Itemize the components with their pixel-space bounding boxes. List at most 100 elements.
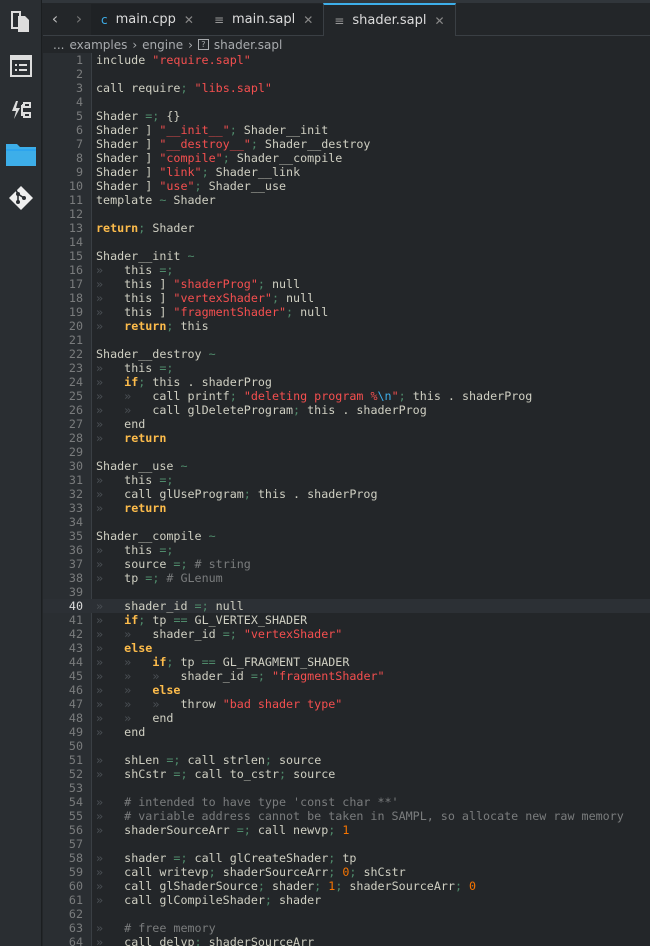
code-line[interactable]: 50 xyxy=(43,739,650,753)
close-icon[interactable]: ✕ xyxy=(434,14,444,28)
back-button[interactable]: ‹ xyxy=(43,2,67,35)
code-line[interactable]: 54 » # intended to have type 'const char … xyxy=(43,795,650,809)
code-line[interactable]: 5 Shader =; {} xyxy=(43,109,650,123)
code-line[interactable]: 18 » this ] "vertexShader"; null xyxy=(43,291,650,305)
code-line[interactable]: 33 » return xyxy=(43,501,650,515)
close-icon[interactable]: ✕ xyxy=(184,13,194,27)
code-line[interactable]: 11 template ~ Shader xyxy=(43,193,650,207)
code-line[interactable]: 21 xyxy=(43,333,650,347)
code-text: » if; this . shaderProg xyxy=(96,375,272,389)
code-line[interactable]: 55 » # variable address cannot be taken i… xyxy=(43,809,650,823)
code-line[interactable]: 39 xyxy=(43,585,650,599)
code-line[interactable]: 27 » end xyxy=(43,417,650,431)
code-text: » shader_id =; null xyxy=(96,599,244,613)
code-text: Shader__use ~ xyxy=(96,459,188,473)
line-number: 45 xyxy=(68,669,83,683)
code-line[interactable]: 9 Shader ] "link"; Shader__link xyxy=(43,165,650,179)
code-line[interactable]: 24 » if; this . shaderProg xyxy=(43,375,650,389)
code-line[interactable]: 3 call require; "libs.sapl" xyxy=(43,81,650,95)
line-number: 34 xyxy=(68,515,83,529)
code-line[interactable]: 29 xyxy=(43,445,650,459)
code-line[interactable]: 7 Shader ] "__destroy__"; Shader__destroy xyxy=(43,137,650,151)
code-text: Shader ] "compile"; Shader__compile xyxy=(96,151,343,165)
file-explorer-button[interactable] xyxy=(0,132,42,176)
code-line[interactable]: 57 xyxy=(43,837,650,851)
code-line[interactable]: 49 » end xyxy=(43,725,650,739)
code-line[interactable]: 28 » return xyxy=(43,431,650,445)
code-line[interactable]: 6 Shader ] "__init__"; Shader__init xyxy=(43,123,650,137)
code-line[interactable]: 35 Shader__compile ~ xyxy=(43,529,650,543)
code-line[interactable]: 51 » shLen =; call strlen; source xyxy=(43,753,650,767)
tab-main-cpp[interactable]: c main.cpp ✕ xyxy=(91,4,204,35)
code-line[interactable]: 40 » shader_id =; null xyxy=(43,599,650,613)
code-line[interactable]: 58 » shader =; call glCreateShader; tp xyxy=(43,851,650,865)
code-text: » this =; xyxy=(96,543,174,557)
code-line[interactable]: 64 » call delvp; shaderSourceArr xyxy=(43,935,650,946)
code-line[interactable]: 10 Shader ] "use"; Shader__use xyxy=(43,179,650,193)
breadcrumb-item[interactable]: engine xyxy=(142,38,183,52)
breadcrumb-item[interactable]: shader.sapl xyxy=(214,38,282,52)
code-line[interactable]: 30 Shader__use ~ xyxy=(43,459,650,473)
code-line[interactable]: 63 » # free memory xyxy=(43,921,650,935)
code-line[interactable]: 60 » call glShaderSource; shader; 1; shad… xyxy=(43,879,650,893)
code-line[interactable]: 16 » this =; xyxy=(43,263,650,277)
code-line[interactable]: 41 » if; tp == GL_VERTEX_SHADER xyxy=(43,613,650,627)
documents-button[interactable] xyxy=(0,0,42,44)
code-line[interactable]: 47 » » » throw "bad shader type" xyxy=(43,697,650,711)
code-line[interactable]: 1 include "require.sapl" xyxy=(43,53,650,67)
code-line[interactable]: 15 Shader__init ~ xyxy=(43,249,650,263)
outline-button[interactable] xyxy=(0,44,42,88)
code-line[interactable]: 53 xyxy=(43,781,650,795)
code-line[interactable]: 45 » » » shader_id =; "fragmentShader" xyxy=(43,669,650,683)
code-text: » tp =; # GLenum xyxy=(96,571,223,585)
code-line[interactable]: 12 xyxy=(43,207,650,221)
code-line[interactable]: 23 » this =; xyxy=(43,361,650,375)
code-line[interactable]: 8 Shader ] "compile"; Shader__compile xyxy=(43,151,650,165)
tab-main-sapl[interactable]: ≡ main.sapl ✕ xyxy=(203,4,324,35)
code-line[interactable]: 26 » » call glDeleteProgram; this . shade… xyxy=(43,403,650,417)
code-line[interactable]: 32 » call glUseProgram; this . shaderProg xyxy=(43,487,650,501)
code-line[interactable]: 43 » else xyxy=(43,641,650,655)
code-line[interactable]: 4 xyxy=(43,95,650,109)
line-number: 54 xyxy=(68,795,83,809)
code-line[interactable]: 20 » return; this xyxy=(43,319,650,333)
code-text: » shLen =; call strlen; source xyxy=(96,753,322,767)
forward-button[interactable]: › xyxy=(67,2,91,35)
line-number: 61 xyxy=(68,893,83,907)
code-line[interactable]: 2 xyxy=(43,67,650,81)
code-line[interactable]: 42 » » shader_id =; "vertexShader" xyxy=(43,627,650,641)
code-text: Shader__init ~ xyxy=(96,249,195,263)
code-line[interactable]: 14 xyxy=(43,235,650,249)
breadcrumb-ellipsis[interactable]: ... xyxy=(53,38,64,52)
code-line[interactable]: 59 » call writevp; shaderSourceArr; 0; sh… xyxy=(43,865,650,879)
line-number: 12 xyxy=(68,207,83,221)
code-line[interactable]: 25 » » call printf; "deleting program %\n… xyxy=(43,389,650,403)
git-button[interactable] xyxy=(0,176,42,220)
breadcrumb-item[interactable]: examples xyxy=(69,38,127,52)
code-line[interactable]: 19 » this ] "fragmentShader"; null xyxy=(43,305,650,319)
code-editor[interactable]: 1 include "require.sapl" 2 3 call require; "… xyxy=(43,53,650,946)
close-icon[interactable]: ✕ xyxy=(303,13,313,27)
code-line[interactable]: 62 xyxy=(43,907,650,921)
code-line[interactable]: 34 xyxy=(43,515,650,529)
code-line[interactable]: 56 » shaderSourceArr =; call newvp; 1 xyxy=(43,823,650,837)
code-line[interactable]: 31 » this =; xyxy=(43,473,650,487)
line-number: 6 xyxy=(75,123,83,137)
code-text: include "require.sapl" xyxy=(96,53,251,67)
code-line[interactable]: 38 » tp =; # GLenum xyxy=(43,571,650,585)
code-line[interactable]: 36 » this =; xyxy=(43,543,650,557)
line-number: 55 xyxy=(68,809,83,823)
code-line[interactable]: 61 » call glCompileShader; shader xyxy=(43,893,650,907)
code-line[interactable]: 48 » » end xyxy=(43,711,650,725)
code-line[interactable]: 22 Shader__destroy ~ xyxy=(43,347,650,361)
code-line[interactable]: 44 » » if; tp == GL_FRAGMENT_SHADER xyxy=(43,655,650,669)
tab-shader-sapl[interactable]: ≡ shader.sapl ✕ xyxy=(323,3,456,36)
line-number: 5 xyxy=(75,109,83,123)
code-line[interactable]: 46 » » else xyxy=(43,683,650,697)
code-line[interactable]: 13 return; Shader xyxy=(43,221,650,235)
code-line[interactable]: 17 » this ] "shaderProg"; null xyxy=(43,277,650,291)
code-line[interactable]: 37 » source =; # string xyxy=(43,557,650,571)
git-graph-button[interactable] xyxy=(0,88,42,132)
code-text: » this =; xyxy=(96,263,174,277)
code-line[interactable]: 52 » shCstr =; call to_cstr; source xyxy=(43,767,650,781)
